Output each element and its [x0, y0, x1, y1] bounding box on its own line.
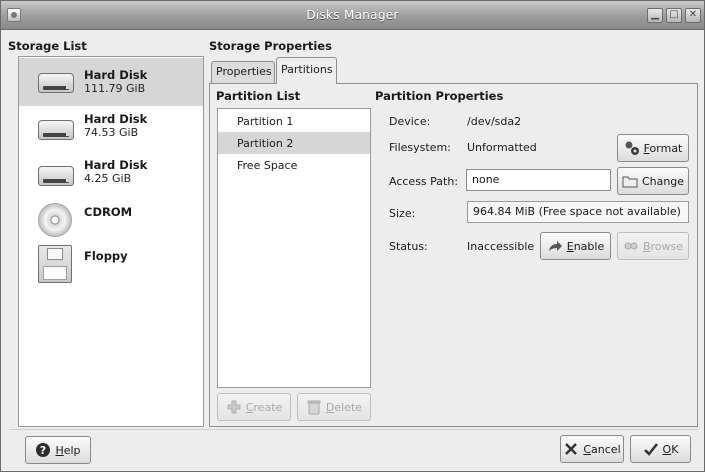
enable-button[interactable]: Enable [540, 232, 611, 260]
plus-icon [226, 399, 242, 415]
device-name: Hard Disk [84, 158, 148, 172]
storage-item-hard-disk-3[interactable]: Hard Disk 4.25 GiB [19, 152, 203, 200]
storage-item-floppy[interactable]: Floppy [19, 243, 203, 291]
hard-disk-icon [38, 160, 74, 190]
partition-item-1[interactable]: Partition 1 [218, 110, 370, 132]
format-button[interactable]: Format [617, 134, 689, 162]
access-path-label: Access Path: [389, 175, 459, 188]
tab-properties[interactable]: Properties [211, 61, 275, 83]
storage-list-header: Storage List [8, 39, 87, 53]
window-title: Disks Manager [306, 8, 399, 22]
partition-list[interactable]: Partition 1 Partition 2 Free Space [217, 108, 371, 388]
help-button[interactable]: ? Help [25, 436, 91, 464]
partition-list-header: Partition List [216, 89, 301, 103]
cancel-icon [563, 441, 579, 457]
maximize-button[interactable]: □ [666, 8, 682, 23]
status-value: Inaccessible [467, 240, 535, 253]
ok-icon [643, 441, 659, 457]
device-name: Floppy [84, 249, 128, 263]
format-icon [624, 140, 640, 156]
hard-disk-icon [38, 67, 74, 97]
folder-icon [622, 173, 638, 189]
device-value: /dev/sda2 [467, 115, 522, 128]
minimize-button[interactable]: ▁ [647, 8, 663, 23]
close-icon: ✕ [688, 9, 698, 20]
ok-button[interactable]: OK [630, 435, 691, 463]
device-label: Device: [389, 115, 431, 128]
hard-disk-icon [38, 114, 74, 144]
device-name: Hard Disk [84, 68, 148, 82]
cdrom-icon [38, 203, 72, 237]
storage-properties-header: Storage Properties [209, 39, 332, 53]
cancel-button[interactable]: Cancel [560, 435, 624, 463]
size-label: Size: [389, 207, 416, 220]
minimize-icon: ▁ [651, 9, 659, 20]
maximize-icon: □ [669, 9, 679, 20]
partition-item-free-space[interactable]: Free Space [218, 154, 370, 176]
change-button[interactable]: Change [617, 167, 689, 195]
device-size: 4.25 GiB [84, 172, 132, 185]
browse-icon [623, 238, 639, 254]
storage-item-cdrom[interactable]: CDROM [19, 197, 203, 245]
arrow-icon [547, 238, 563, 254]
device-name: Hard Disk [84, 112, 148, 126]
partition-item-2[interactable]: Partition 2 [218, 132, 370, 154]
device-size: 74.53 GiB [84, 126, 139, 139]
storage-list[interactable]: Hard Disk 111.79 GiB Hard Disk 74.53 GiB… [18, 56, 204, 427]
storage-item-hard-disk-1[interactable]: Hard Disk 111.79 GiB [19, 58, 203, 106]
device-size: 111.79 GiB [84, 82, 146, 95]
close-button[interactable]: ✕ [685, 8, 701, 23]
access-path-input[interactable]: none [466, 169, 611, 191]
device-name: CDROM [84, 205, 133, 219]
partition-properties-header: Partition Properties [375, 89, 504, 103]
size-value: 964.84 MiB (Free space not available) [467, 201, 689, 223]
floppy-icon [38, 245, 72, 283]
footer-divider [9, 429, 698, 430]
help-icon: ? [35, 442, 51, 458]
filesystem-value: Unformatted [467, 141, 537, 154]
svg-text:?: ? [40, 444, 46, 457]
create-button[interactable]: Create [217, 393, 291, 421]
delete-button[interactable]: Delete [297, 393, 371, 421]
browse-button[interactable]: Browse [617, 232, 689, 260]
trash-icon [306, 399, 322, 415]
storage-item-hard-disk-2[interactable]: Hard Disk 74.53 GiB [19, 106, 203, 154]
disks-manager-window: Disks Manager ▁ □ ✕ Storage List Hard Di… [0, 0, 705, 472]
filesystem-label: Filesystem: [389, 141, 451, 154]
title-bar[interactable]: Disks Manager ▁ □ ✕ [1, 1, 704, 30]
status-label: Status: [389, 240, 428, 253]
tab-partitions[interactable]: Partitions [276, 57, 337, 84]
